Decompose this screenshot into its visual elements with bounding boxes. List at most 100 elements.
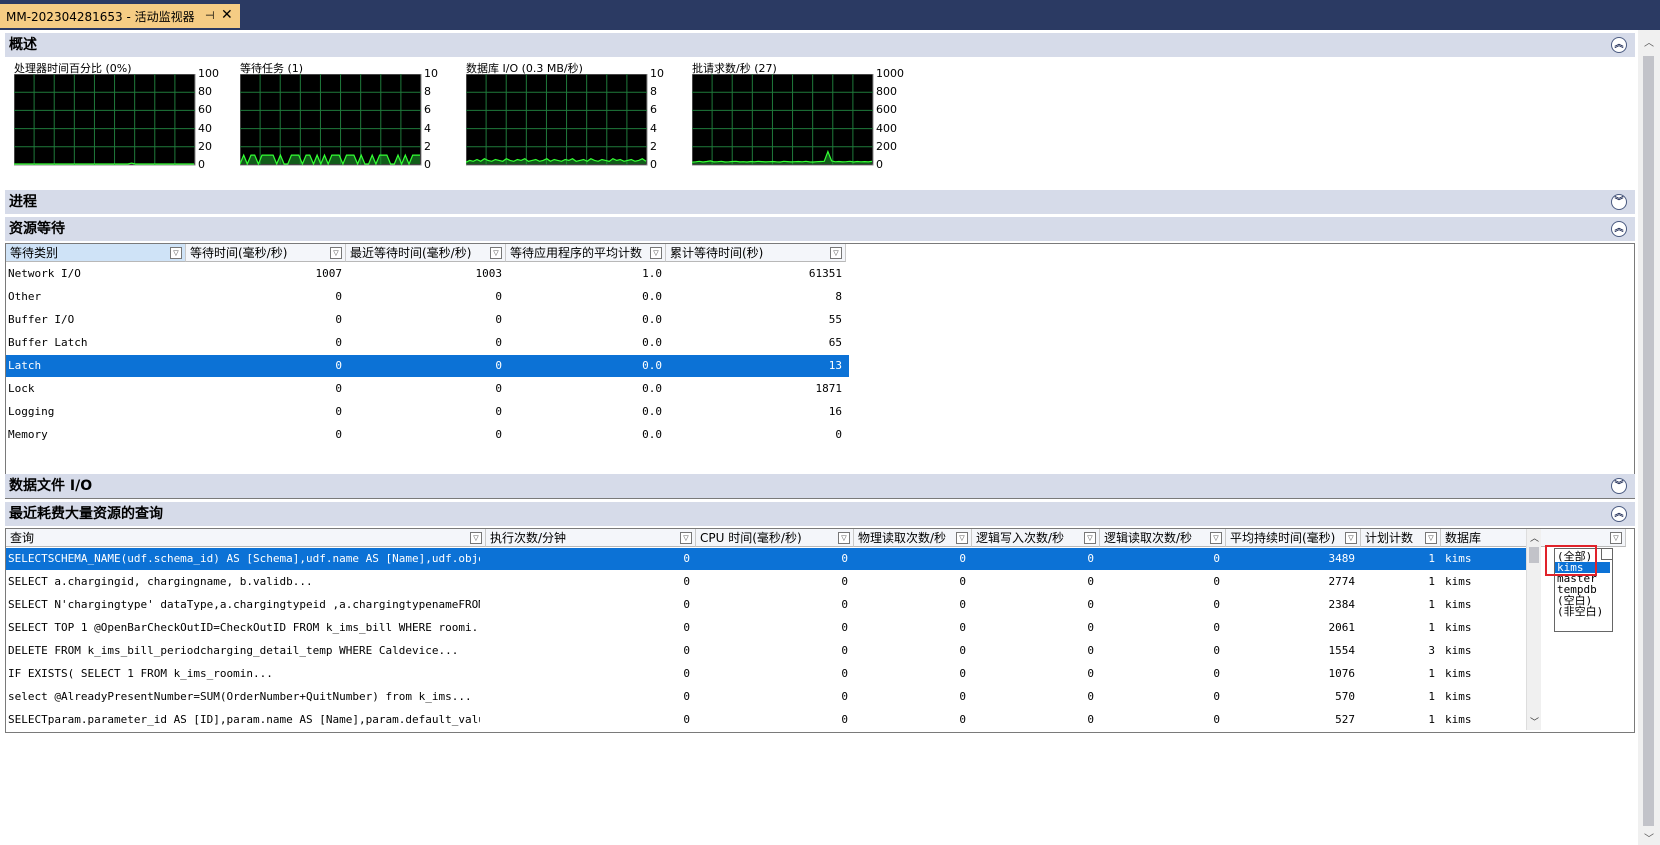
table-cell: 0 bbox=[1087, 621, 1094, 634]
table-row[interactable]: SELECTparam.parameter_id AS [ID],param.n… bbox=[6, 709, 1526, 731]
table-row[interactable]: Buffer Latch 0 0 0.0 65 bbox=[6, 332, 849, 354]
column-header[interactable]: 执行次数/分钟 ▽ bbox=[486, 529, 696, 547]
y-tick-label: 4 bbox=[650, 121, 657, 135]
close-icon[interactable]: ✕ bbox=[221, 7, 233, 23]
scroll-up-icon[interactable]: ︿ bbox=[1644, 34, 1654, 49]
table-cell: 0 bbox=[1087, 598, 1094, 611]
filter-icon[interactable]: ▽ bbox=[650, 247, 662, 259]
table-cell: 1 bbox=[1428, 690, 1435, 703]
table-cell: 0 bbox=[683, 713, 690, 726]
table-cell: Memory bbox=[8, 428, 48, 441]
table-row[interactable]: Logging 0 0 0.0 16 bbox=[6, 401, 849, 423]
table-row[interactable]: Buffer I/O 0 0 0.0 55 bbox=[6, 309, 849, 331]
table-row[interactable]: SELECT a.chargingid, chargingname, b.val… bbox=[6, 571, 1526, 593]
table-row[interactable]: Network I/O 1007 1003 1.0 61351 bbox=[6, 263, 849, 285]
collapse-icon[interactable]: ︽ bbox=[1611, 221, 1627, 237]
filter-icon[interactable]: ▽ bbox=[1345, 532, 1357, 544]
table-cell: 1 bbox=[1428, 713, 1435, 726]
filter-icon[interactable]: ▽ bbox=[1210, 532, 1222, 544]
section-processes-header[interactable]: 进程 ︾ bbox=[5, 190, 1635, 214]
table-cell: 0 bbox=[335, 382, 342, 395]
table-cell: 0 bbox=[1213, 644, 1220, 657]
table-row[interactable]: Latch 0 0 0.0 13 bbox=[6, 355, 849, 377]
pin-icon[interactable]: ⊣ bbox=[205, 9, 215, 22]
table-row[interactable]: DELETE FROM k_ims_bill_periodcharging_de… bbox=[6, 640, 1526, 662]
filter-icon[interactable]: ▽ bbox=[956, 532, 968, 544]
column-header[interactable]: 累计等待时间(秒) ▽ bbox=[666, 244, 846, 262]
column-header-label: 逻辑写入次数/秒 bbox=[976, 531, 1065, 545]
table-row[interactable]: Memory 0 0 0.0 0 bbox=[6, 424, 849, 446]
filter-icon[interactable]: ▽ bbox=[680, 532, 692, 544]
scroll-thumb[interactable] bbox=[1643, 56, 1654, 826]
table-row[interactable]: SELECT TOP 1 @OpenBarCheckOutID=CheckOut… bbox=[6, 617, 1526, 639]
table-cell: 0 bbox=[683, 667, 690, 680]
filter-icon[interactable]: ▽ bbox=[490, 247, 502, 259]
column-header[interactable]: 最近等待时间(毫秒/秒) ▽ bbox=[346, 244, 506, 262]
table-cell: SELECT a.chargingid, chargingname, b.val… bbox=[8, 575, 313, 588]
table-cell: 1003 bbox=[475, 267, 503, 280]
tab-activity-monitor[interactable]: MM-202304281653 - 活动监视器 ⊣ ✕ bbox=[0, 4, 240, 28]
table-cell: SELECT N'chargingtype' dataType,a.chargi… bbox=[8, 598, 480, 611]
table-row[interactable]: Lock 0 0 0.0 1871 bbox=[6, 378, 849, 400]
y-tick-label: 800 bbox=[876, 85, 897, 99]
table-cell: 570 bbox=[1335, 690, 1355, 703]
chart-background bbox=[14, 74, 196, 166]
section-overview-header[interactable]: 概述 ︽ bbox=[5, 33, 1635, 57]
table-cell: 0.0 bbox=[642, 290, 662, 303]
filter-icon[interactable]: ▽ bbox=[470, 532, 482, 544]
column-header[interactable]: 等待类别 ▽ bbox=[6, 244, 186, 262]
main-scrollbar[interactable]: ︿ ﹀ bbox=[1638, 30, 1660, 845]
dropdown-option[interactable]: (非空白) bbox=[1557, 606, 1603, 617]
expand-icon[interactable]: ︾ bbox=[1611, 194, 1627, 210]
table-cell: 1.0 bbox=[642, 267, 662, 280]
scroll-down-icon[interactable]: ﹀ bbox=[1530, 715, 1539, 728]
table-row[interactable]: SELECT N'chargingtype' dataType,a.chargi… bbox=[6, 594, 1526, 616]
filter-icon[interactable]: ▽ bbox=[1425, 532, 1437, 544]
filter-icon[interactable]: ▽ bbox=[830, 247, 842, 259]
table-cell: 0 bbox=[495, 405, 502, 418]
column-header[interactable]: 查询 ▽ bbox=[6, 529, 486, 547]
section-expensive-queries-header[interactable]: 最近耗费大量资源的查询 ︽ bbox=[5, 502, 1635, 526]
table-cell: 8 bbox=[835, 290, 842, 303]
table-cell: 0 bbox=[335, 405, 342, 418]
dropdown-checkbox[interactable] bbox=[1601, 548, 1613, 560]
column-header[interactable]: 逻辑读取次数/秒 ▽ bbox=[1100, 529, 1226, 547]
column-header[interactable]: 等待时间(毫秒/秒) ▽ bbox=[186, 244, 346, 262]
table-cell: 0.0 bbox=[642, 313, 662, 326]
table-cell: Buffer Latch bbox=[8, 336, 88, 349]
collapse-icon[interactable]: ︽ bbox=[1611, 506, 1627, 522]
filter-icon[interactable]: ▽ bbox=[1610, 532, 1622, 544]
filter-icon[interactable]: ▽ bbox=[330, 247, 342, 259]
table-cell: 0 bbox=[841, 690, 848, 703]
scroll-thumb[interactable] bbox=[1529, 547, 1539, 563]
section-data-file-io-header[interactable]: 数据文件 I/O ︾ bbox=[5, 474, 1635, 498]
scroll-down-icon[interactable]: ﹀ bbox=[1644, 830, 1654, 845]
column-header[interactable]: 物理读取次数/秒 ▽ bbox=[854, 529, 972, 547]
scroll-up-icon[interactable]: ︿ bbox=[1530, 531, 1539, 544]
column-header[interactable]: 逻辑写入次数/秒 ▽ bbox=[972, 529, 1100, 547]
filter-icon[interactable]: ▽ bbox=[170, 247, 182, 259]
table-row[interactable]: IF EXISTS( SELECT 1 FROM k_ims_roomin...… bbox=[6, 663, 1526, 685]
column-header[interactable]: 等待应用程序的平均计数 ▽ bbox=[506, 244, 666, 262]
column-header[interactable]: 平均持续时间(毫秒) ▽ bbox=[1226, 529, 1361, 547]
table-row[interactable]: select @AlreadyPresentNumber=SUM(OrderNu… bbox=[6, 686, 1526, 708]
section-resource-waits-header[interactable]: 资源等待 ︽ bbox=[5, 217, 1635, 241]
expand-icon[interactable]: ︾ bbox=[1611, 478, 1627, 494]
table-cell: 0 bbox=[1213, 598, 1220, 611]
column-header[interactable]: CPU 时间(毫秒/秒) ▽ bbox=[696, 529, 854, 547]
queries-scrollbar[interactable]: ︿ ﹀ bbox=[1526, 529, 1541, 730]
column-header-label: 逻辑读取次数/秒 bbox=[1104, 531, 1193, 545]
table-row[interactable]: SELECTSCHEMA_NAME(udf.schema_id) AS [Sch… bbox=[6, 548, 1526, 570]
y-tick-label: 8 bbox=[650, 85, 657, 99]
table-cell: 0 bbox=[335, 336, 342, 349]
table-cell: 0 bbox=[841, 644, 848, 657]
filter-icon[interactable]: ▽ bbox=[838, 532, 850, 544]
table-cell: 0 bbox=[495, 290, 502, 303]
table-cell: 0 bbox=[335, 428, 342, 441]
table-cell: kims bbox=[1445, 667, 1472, 680]
column-header[interactable]: 计划计数 ▽ bbox=[1361, 529, 1441, 547]
filter-icon[interactable]: ▽ bbox=[1084, 532, 1096, 544]
collapse-icon[interactable]: ︽ bbox=[1611, 37, 1627, 53]
table-row[interactable]: Other 0 0 0.0 8 bbox=[6, 286, 849, 308]
y-tick-label: 2 bbox=[424, 139, 431, 153]
